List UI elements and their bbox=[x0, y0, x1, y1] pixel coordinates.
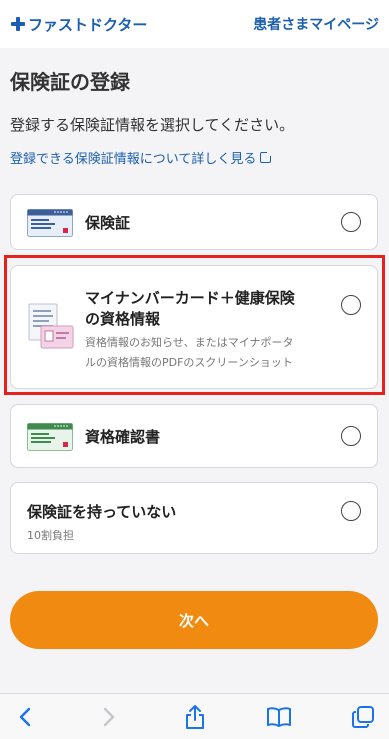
radio-qualification-certificate[interactable] bbox=[341, 426, 361, 446]
option-insurance-card[interactable]: 保険証 bbox=[10, 194, 378, 250]
tabs-icon[interactable] bbox=[348, 702, 378, 732]
back-icon[interactable] bbox=[10, 702, 40, 732]
option-label: 資格確認書 bbox=[85, 428, 161, 446]
learn-more-link[interactable]: 登録できる保険証情報について詳しく見る bbox=[10, 148, 273, 167]
page-description: 登録する保険証情報を選択してください。 bbox=[10, 116, 295, 134]
option-sub-line2: ルの資格情報のPDFのスクリーンショット bbox=[85, 356, 293, 369]
patient-mypage-link[interactable]: 患者さまマイページ bbox=[253, 14, 379, 34]
option-label-line1: マイナンバーカード＋健康保険 bbox=[85, 289, 295, 307]
option-no-insurance[interactable]: 保険証を持っていない 10割負担 bbox=[10, 482, 378, 554]
header: ファストドクター 患者さまマイページ bbox=[0, 0, 389, 48]
option-label-line2: の資格情報 bbox=[85, 310, 161, 328]
page-title: 保険証の登録 bbox=[10, 70, 130, 94]
radio-no-insurance[interactable] bbox=[341, 501, 361, 521]
bookmarks-icon[interactable] bbox=[264, 702, 294, 732]
radio-insurance-card[interactable] bbox=[341, 212, 361, 232]
browser-toolbar bbox=[0, 693, 389, 739]
forward-icon[interactable] bbox=[94, 702, 124, 732]
qualification-certificate-icon bbox=[27, 423, 73, 451]
next-button[interactable]: 次へ bbox=[10, 591, 378, 649]
option-sub-line1: 資格情報のお知らせ、またはマイナポータ bbox=[85, 336, 294, 349]
external-link-icon bbox=[260, 151, 273, 163]
option-label: 保険証を持っていない bbox=[27, 503, 177, 521]
brand-logo[interactable]: ファストドクター bbox=[10, 14, 147, 35]
radio-mynumber-card[interactable] bbox=[341, 295, 361, 315]
plus-icon bbox=[10, 16, 26, 32]
share-icon[interactable] bbox=[180, 702, 210, 732]
option-label: 保険証 bbox=[85, 214, 131, 232]
learn-more-text: 登録できる保険証情報について詳しく見る bbox=[10, 152, 257, 167]
document-qualification-icon bbox=[28, 303, 74, 349]
insurance-card-icon bbox=[27, 209, 73, 237]
brand-name: ファストドクター bbox=[28, 15, 148, 34]
option-qualification-certificate[interactable]: 資格確認書 bbox=[10, 404, 378, 468]
option-sub: 10割負担 bbox=[27, 529, 74, 542]
option-mynumber-card[interactable]: マイナンバーカード＋健康保険 の資格情報 資格情報のお知らせ、またはマイナポータ… bbox=[10, 265, 378, 389]
